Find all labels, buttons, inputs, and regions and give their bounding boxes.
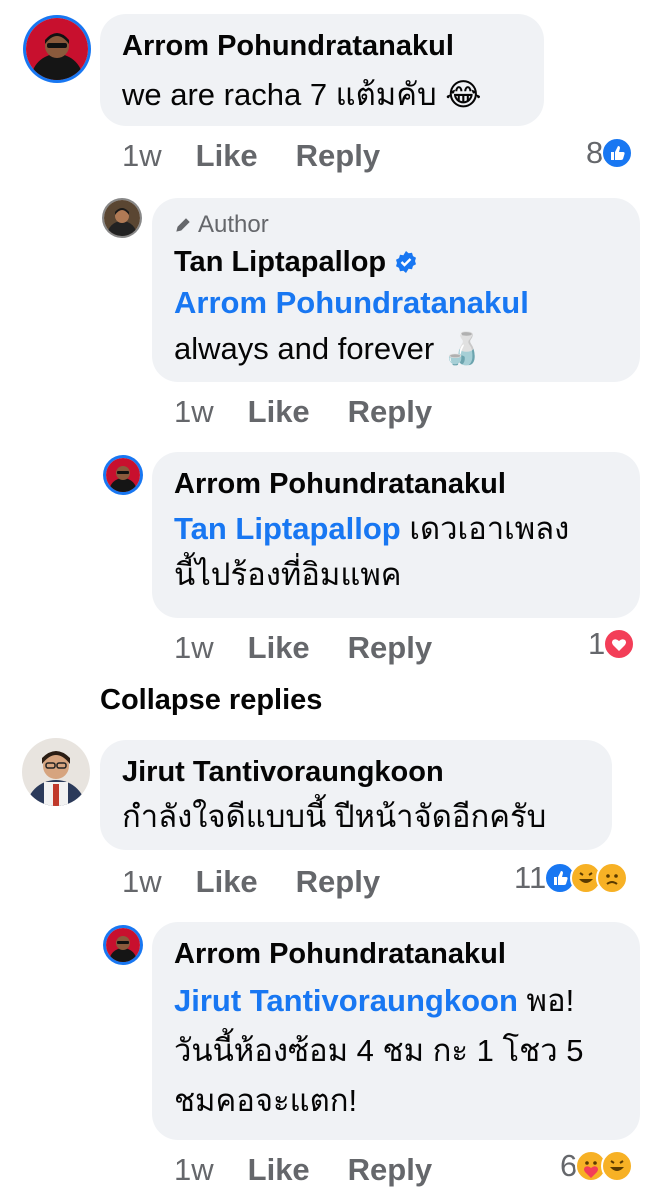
comment-bubble: Jirut Tantivoraungkoon กำลังใจดีแบบนี้ ป…: [100, 740, 612, 850]
sad-icon: [596, 862, 629, 894]
comment-bubble: Author Tan Liptapallop Arrom Pohundratan…: [152, 198, 640, 382]
comment-author[interactable]: Jirut Tantivoraungkoon: [122, 754, 590, 790]
reaction-summary[interactable]: 8: [586, 135, 634, 171]
avatar-image: [26, 18, 88, 80]
comment-text-content: ชมคอจะแตก!: [174, 1083, 358, 1118]
reaction-count: 11: [514, 860, 547, 895]
reaction-summary[interactable]: 11: [514, 860, 629, 896]
author-badge: Author: [174, 210, 618, 240]
comment-text-content: กำลังใจดีแบบนี้ ปีหน้าจัดอีกครับ: [122, 799, 547, 834]
collapse-replies-button[interactable]: Collapse replies: [100, 684, 322, 717]
like-button[interactable]: Like: [196, 864, 258, 900]
author-tag-label: Author: [198, 211, 269, 238]
comment-actions: 1w Like Reply: [174, 630, 470, 666]
comment-author[interactable]: Arrom Pohundratanakul: [122, 28, 522, 64]
timestamp[interactable]: 1w: [122, 138, 162, 174]
mention-link[interactable]: Tan Liptapallop: [174, 511, 401, 546]
comment-actions: 1w Like Reply: [174, 1152, 470, 1188]
like-button[interactable]: Like: [248, 630, 310, 666]
comment-text-content: วันนี้ห้องซ้อม 4 ชม กะ 1 โชว 5: [174, 1033, 584, 1068]
avatar-image: [106, 458, 140, 492]
comment-text: we are racha 7 แต้มคับ 😂: [122, 72, 522, 118]
pencil-icon: [176, 218, 190, 232]
love-icon: [603, 628, 636, 660]
reply-button[interactable]: Reply: [348, 1152, 432, 1188]
sake-emoji: 🍶: [442, 331, 482, 366]
timestamp[interactable]: 1w: [122, 864, 162, 900]
avatar-image: [106, 928, 140, 962]
avatar[interactable]: [106, 928, 140, 962]
comment-text-content: always and forever: [174, 331, 435, 366]
avatar[interactable]: [106, 458, 140, 492]
like-button[interactable]: Like: [248, 1152, 310, 1188]
reply-button[interactable]: Reply: [348, 394, 432, 430]
comment-author[interactable]: Tan Liptapallop: [174, 244, 386, 280]
timestamp[interactable]: 1w: [174, 394, 214, 430]
avatar[interactable]: [104, 200, 140, 236]
reply-button[interactable]: Reply: [348, 630, 432, 666]
comment-bubble: Arrom Pohundratanakul Jirut Tantivoraung…: [152, 922, 640, 1140]
comment-author-row: Tan Liptapallop: [174, 244, 618, 280]
like-icon: [601, 137, 634, 169]
comment-text: Jirut Tantivoraungkoon พอ! วันนี้ห้องซ้อ…: [174, 976, 618, 1126]
comment-bubble: Arrom Pohundratanakul Tan Liptapallop เด…: [152, 452, 640, 618]
comment-actions: 1w Like Reply: [122, 138, 418, 174]
reply-button[interactable]: Reply: [296, 864, 380, 900]
reply-button[interactable]: Reply: [296, 138, 380, 174]
comment-text: Arrom Pohundratanakul always and forever…: [174, 280, 618, 372]
avatar[interactable]: [26, 18, 88, 80]
timestamp[interactable]: 1w: [174, 1152, 214, 1188]
comment-text-content: เดวเอาเพลง: [409, 511, 570, 546]
avatar-image: [22, 738, 90, 806]
comment-bubble: Arrom Pohundratanakul we are racha 7 แต้…: [100, 14, 544, 126]
avatar[interactable]: [22, 738, 90, 806]
haha-icon: [601, 1150, 634, 1182]
like-button[interactable]: Like: [248, 394, 310, 430]
comment-text-content: พอ!: [526, 983, 575, 1018]
comment-actions: 1w Like Reply: [174, 394, 470, 430]
comment-author[interactable]: Arrom Pohundratanakul: [174, 936, 618, 972]
timestamp[interactable]: 1w: [174, 630, 214, 666]
mention-link[interactable]: Arrom Pohundratanakul: [174, 280, 618, 326]
comment-text-content: นี้ไปร้องที่อิมแพค: [174, 557, 402, 592]
laughing-emoji: 😂: [445, 77, 482, 112]
comment-text: Tan Liptapallop เดวเอาเพลง นี้ไปร้องที่อ…: [174, 506, 618, 598]
reaction-summary[interactable]: 6: [560, 1148, 634, 1184]
comment-author[interactable]: Arrom Pohundratanakul: [174, 466, 618, 502]
like-button[interactable]: Like: [196, 138, 258, 174]
verified-badge-icon: [396, 251, 417, 273]
comment-text-content: we are racha 7 แต้มคับ: [122, 77, 437, 112]
reaction-summary[interactable]: 1: [588, 626, 636, 662]
comment-actions: 1w Like Reply: [122, 864, 418, 900]
avatar-image: [104, 200, 140, 236]
mention-link[interactable]: Jirut Tantivoraungkoon: [174, 983, 518, 1018]
